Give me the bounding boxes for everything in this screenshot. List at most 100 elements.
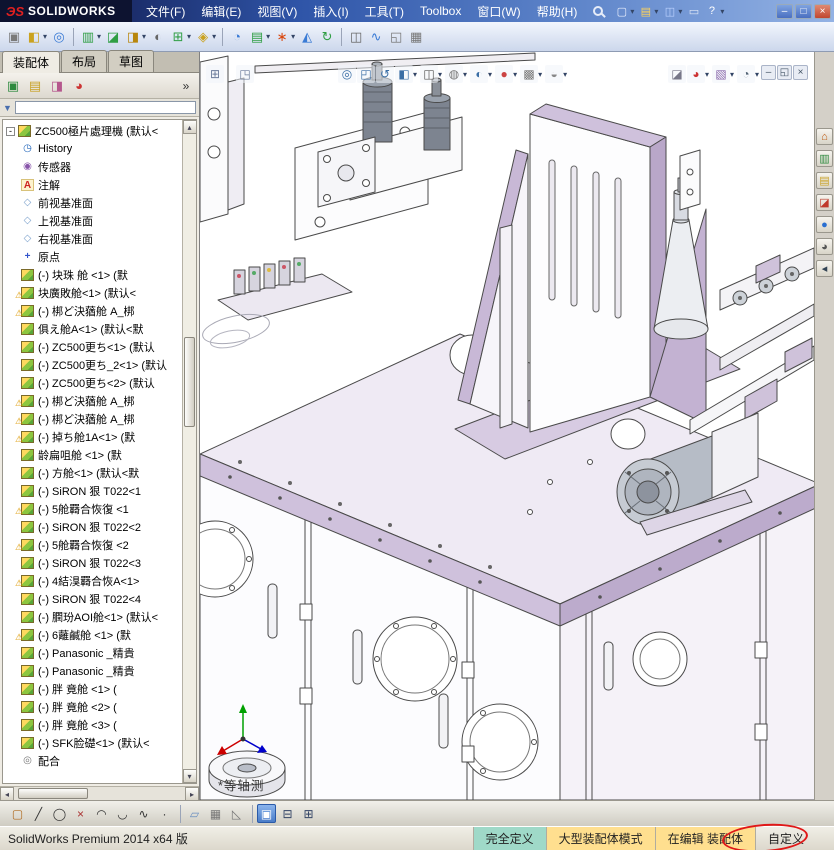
menu-item[interactable]: 工具(T) bbox=[357, 0, 412, 23]
hide-show-items-icon[interactable]: ◐ bbox=[470, 65, 488, 83]
section-view-icon-caret[interactable]: ▾ bbox=[413, 70, 417, 79]
tab-草图[interactable]: 草图 bbox=[108, 50, 154, 72]
tree-root-item[interactable]: - ZC500極片處理機 (默认< bbox=[3, 122, 182, 140]
menu-item[interactable]: 文件(F) bbox=[138, 0, 193, 23]
apply-scene-icon[interactable]: ▩ bbox=[520, 65, 538, 83]
tree-item[interactable]: ⚠(-) 6蘺鹹舱 <1> (默 bbox=[3, 626, 182, 644]
scroll-up-icon[interactable]: ▴ bbox=[183, 120, 197, 134]
bill-of-materials-icon[interactable]: ▤ bbox=[247, 27, 267, 47]
scroll-thumb[interactable] bbox=[184, 337, 195, 427]
tree-item[interactable]: A注解 bbox=[3, 176, 182, 194]
filter-field[interactable] bbox=[15, 101, 196, 114]
edit-component-icon[interactable]: ▣ bbox=[4, 27, 24, 47]
exploded-view-icon-caret[interactable]: ▾ bbox=[291, 32, 295, 41]
camera-icon[interactable]: ◔ bbox=[737, 65, 755, 83]
tree-item[interactable]: (-) 胖 竟舱 <2> ( bbox=[3, 698, 182, 716]
view-settings-icon[interactable]: ◒ bbox=[545, 65, 563, 83]
tree-item[interactable]: (-) SiRON 狠 T022<1 bbox=[3, 482, 182, 500]
graphics-viewport[interactable]: ⊞◳ ◎◰↺◧▾◫▾◍▾◐▾●▾▩▾◒▾ ◪◕▾▧▾◔▾ –◱× *等轴测 bbox=[200, 52, 814, 800]
three-point-arc-icon[interactable]: ◡ bbox=[113, 804, 132, 823]
update-speedpak-icon[interactable]: ↻ bbox=[317, 27, 337, 47]
featuremanager-tree-icon[interactable]: ▣ bbox=[3, 76, 23, 96]
tree-item[interactable]: (-) 胖 竟舱 <1> ( bbox=[3, 680, 182, 698]
tree-item[interactable]: ⚠(-) 梆ど決蕕舱 A_梆 bbox=[3, 410, 182, 428]
view-orientation-icon-caret[interactable]: ▾ bbox=[438, 70, 442, 79]
design-library-icon[interactable]: ▥ bbox=[816, 150, 833, 167]
show-hidden-icon[interactable]: ◐ bbox=[148, 27, 168, 47]
propertymanager-icon[interactable]: ▤ bbox=[25, 76, 45, 96]
new-document-icon-caret[interactable]: ▾ bbox=[630, 7, 634, 16]
assembly-features-icon[interactable]: ⊞ bbox=[168, 27, 188, 47]
new-document-icon[interactable]: ▢ bbox=[613, 3, 630, 20]
appearance-ball-icon-caret[interactable]: ▾ bbox=[705, 70, 709, 79]
two-view-icon[interactable]: ⊟ bbox=[278, 804, 297, 823]
assembly-features-icon-caret[interactable]: ▾ bbox=[187, 32, 191, 41]
open-document-icon-caret[interactable]: ▾ bbox=[654, 7, 658, 16]
minimize-button[interactable]: – bbox=[776, 4, 793, 19]
scroll-down-icon[interactable]: ▾ bbox=[183, 769, 197, 783]
tree-item[interactable]: ◎配合 bbox=[3, 752, 182, 770]
grid-snap-icon[interactable]: ▦ bbox=[206, 804, 225, 823]
tree-item[interactable]: ◇右视基准面 bbox=[3, 230, 182, 248]
hide-show-items-icon-caret[interactable]: ▾ bbox=[488, 70, 492, 79]
point-icon[interactable]: · bbox=[155, 804, 174, 823]
spline-icon[interactable]: ∿ bbox=[134, 804, 153, 823]
tree-item[interactable]: ⚠(-) 梆ど決蕕舱 A_梆 bbox=[3, 302, 182, 320]
tree-item[interactable]: +原点 bbox=[3, 248, 182, 266]
child-minimize-icon[interactable]: – bbox=[761, 65, 776, 80]
view-orientation-icon[interactable]: ◫ bbox=[420, 65, 438, 83]
circle-icon[interactable]: ◯ bbox=[50, 804, 69, 823]
camera-icon-caret[interactable]: ▾ bbox=[755, 70, 759, 79]
search-results-icon[interactable]: ◪ bbox=[816, 194, 833, 211]
display-style-icon-caret[interactable]: ▾ bbox=[463, 70, 467, 79]
move-component-icon[interactable]: ◨ bbox=[123, 27, 143, 47]
tree-item[interactable]: (-) 方舱<1> (默认<默 bbox=[3, 464, 182, 482]
system-feedback-icon[interactable]: ◳ bbox=[236, 65, 254, 83]
display-style-icon[interactable]: ◍ bbox=[445, 65, 463, 83]
tree-item[interactable]: (-) ZC500更ち<1> (默认 bbox=[3, 338, 182, 356]
tab-布局[interactable]: 布局 bbox=[61, 50, 107, 72]
display-pane-icon[interactable]: ◪ bbox=[668, 65, 686, 83]
menu-item[interactable]: 视图(V) bbox=[249, 0, 305, 23]
arc-icon[interactable]: ◠ bbox=[92, 804, 111, 823]
tree-item[interactable]: ◉传感器 bbox=[3, 158, 182, 176]
tree-item[interactable]: 俱え舱A<1> (默认<默 bbox=[3, 320, 182, 338]
scroll-right-icon[interactable]: ▸ bbox=[185, 787, 199, 801]
displaymanager-icon[interactable]: ◕ bbox=[69, 76, 89, 96]
chamfer-icon[interactable]: ◺ bbox=[227, 804, 246, 823]
single-view-icon[interactable]: ▣ bbox=[257, 804, 276, 823]
linear-pattern-icon-caret[interactable]: ▾ bbox=[97, 32, 101, 41]
smart-fasteners-icon[interactable]: ◪ bbox=[103, 27, 123, 47]
menu-item[interactable]: Toolbox bbox=[412, 1, 469, 21]
help-icon-caret[interactable]: ▾ bbox=[720, 7, 724, 16]
motion-study-icon[interactable]: ◔ bbox=[227, 27, 247, 47]
insert-components-icon-caret[interactable]: ▾ bbox=[43, 32, 47, 41]
scene-icon[interactable]: ▧ bbox=[712, 65, 730, 83]
scroll-left-icon[interactable]: ◂ bbox=[0, 787, 14, 801]
tree-item[interactable]: ⚠(-) 掉ち舱1A<1> (默 bbox=[3, 428, 182, 446]
tree-item[interactable]: ◇前视基准面 bbox=[3, 194, 182, 212]
open-document-icon[interactable]: ▤ bbox=[637, 3, 654, 20]
tree-item[interactable]: (-) SiRON 狠 T022<3 bbox=[3, 554, 182, 572]
zoom-fit-icon[interactable]: ◎ bbox=[338, 65, 356, 83]
reference-geometry-icon[interactable]: ◈ bbox=[193, 27, 213, 47]
instant3d-icon[interactable]: ◭ bbox=[297, 27, 317, 47]
hscroll-thumb[interactable] bbox=[18, 788, 88, 799]
edit-appearance-icon[interactable]: ● bbox=[495, 65, 513, 83]
tree-item[interactable]: ⚠(-) 5舱羇合恢復 <2 bbox=[3, 536, 182, 554]
configurationmanager-icon[interactable]: ◨ bbox=[47, 76, 67, 96]
line-icon[interactable]: ╱ bbox=[29, 804, 48, 823]
filter-funnel-icon[interactable]: ▼ bbox=[3, 103, 12, 113]
confirmation-corner-icon[interactable]: ⊞ bbox=[206, 65, 224, 83]
save-icon[interactable]: ◫ bbox=[661, 3, 678, 20]
reference-geometry-icon-caret[interactable]: ▾ bbox=[212, 32, 216, 41]
trim-icon[interactable]: × bbox=[71, 804, 90, 823]
tree-item[interactable]: (-) ZC500更ち_2<1> (默认 bbox=[3, 356, 182, 374]
sketch-icon[interactable]: ▢ bbox=[8, 804, 27, 823]
insert-components-icon[interactable]: ◧ bbox=[24, 27, 44, 47]
take-snapshot-icon[interactable]: ◫ bbox=[346, 27, 366, 47]
plane-icon[interactable]: ▱ bbox=[185, 804, 204, 823]
hscroll-track[interactable] bbox=[14, 787, 185, 801]
move-component-icon-caret[interactable]: ▾ bbox=[142, 32, 146, 41]
linear-pattern-icon[interactable]: ▥ bbox=[78, 27, 98, 47]
